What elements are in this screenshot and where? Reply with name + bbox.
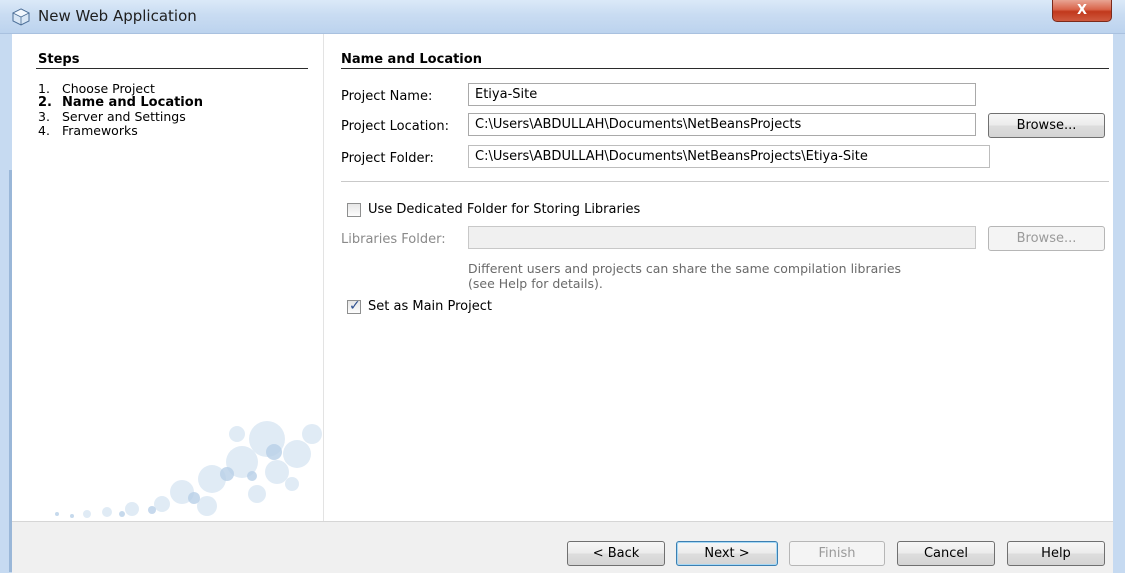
close-button[interactable]: X xyxy=(1052,0,1112,22)
panel-title: Name and Location xyxy=(341,52,482,67)
step-item-active: 2. Name and Location xyxy=(38,95,203,110)
name-and-location-panel: Name and Location Project Name: Etiya-Si… xyxy=(325,34,1113,521)
dedicated-folder-label[interactable]: Use Dedicated Folder for Storing Librari… xyxy=(368,202,640,217)
window-frame-right xyxy=(1113,34,1125,573)
libraries-help-line-1: Different users and projects can share t… xyxy=(468,261,902,276)
project-folder-field: C:\Users\ABDULLAH\Documents\NetBeansProj… xyxy=(468,145,990,168)
project-location-browse-button[interactable]: Browse... xyxy=(988,113,1105,138)
dedicated-folder-checkbox[interactable] xyxy=(347,203,361,217)
finish-button[interactable]: Finish xyxy=(789,541,885,566)
panel-title-divider xyxy=(341,68,1109,69)
close-icon: X xyxy=(1076,3,1088,18)
libraries-browse-button[interactable]: Browse... xyxy=(988,226,1105,251)
project-folder-label: Project Folder: xyxy=(341,151,434,166)
step-item: 1. Choose Project xyxy=(38,81,155,96)
back-button[interactable]: < Back xyxy=(567,541,665,566)
libraries-folder-label: Libraries Folder: xyxy=(341,232,446,247)
cancel-button[interactable]: Cancel xyxy=(897,541,995,566)
steps-title: Steps xyxy=(38,52,80,67)
step-item: 4. Frameworks xyxy=(38,123,138,138)
decorative-bubbles-graphic xyxy=(55,421,322,518)
wizard-button-bar: < Back Next > Finish Cancel Help xyxy=(12,521,1113,573)
libraries-folder-input[interactable] xyxy=(468,226,976,249)
steps-divider xyxy=(36,68,308,69)
libraries-help-line-2: (see Help for details). xyxy=(468,276,603,291)
next-button[interactable]: Next > xyxy=(676,541,778,566)
help-button[interactable]: Help xyxy=(1007,541,1105,566)
section-separator xyxy=(341,181,1109,182)
step-item: 3. Server and Settings xyxy=(38,109,186,124)
steps-list: 1. Choose Project 2. Name and Location 3. S… xyxy=(38,82,203,138)
main-project-label[interactable]: Set as Main Project xyxy=(368,299,492,314)
project-name-label: Project Name: xyxy=(341,89,433,104)
window-title: New Web Application xyxy=(38,7,197,25)
project-name-input[interactable]: Etiya-Site xyxy=(468,83,976,106)
main-project-checkbox[interactable]: ✓ xyxy=(347,298,361,314)
project-location-label: Project Location: xyxy=(341,119,449,134)
project-location-input[interactable]: C:\Users\ABDULLAH\Documents\NetBeansProj… xyxy=(468,113,976,136)
check-icon: ✓ xyxy=(349,298,361,314)
netbeans-cube-icon xyxy=(12,8,30,26)
title-bar[interactable]: New Web Application X xyxy=(0,0,1125,34)
steps-panel: Steps 1. Choose Project 2. Name and Locati… xyxy=(12,34,324,521)
